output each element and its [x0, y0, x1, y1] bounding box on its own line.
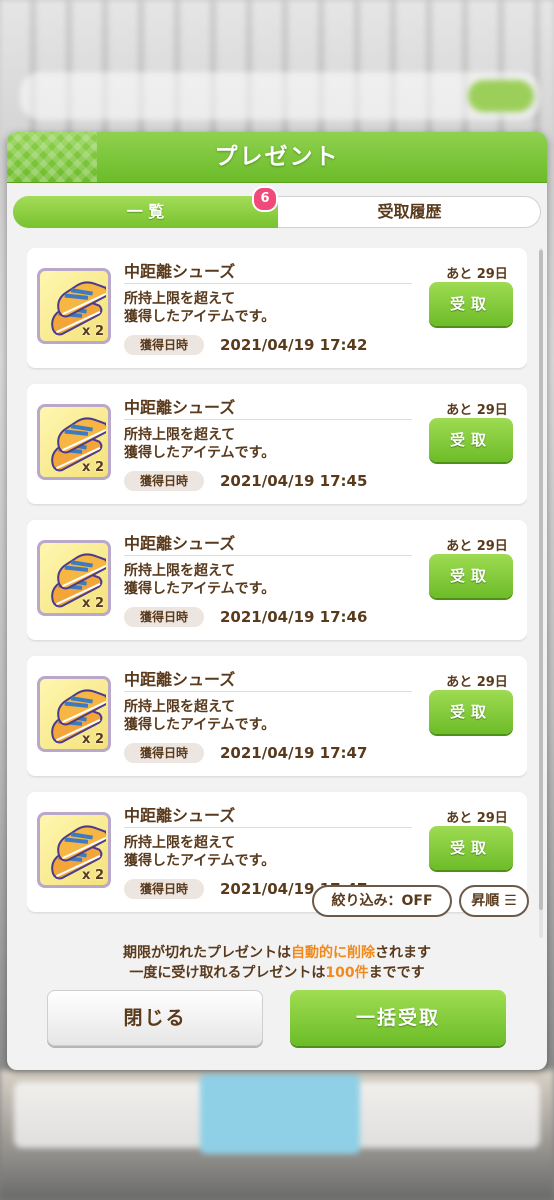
item-description-line: 所持上限を超えて	[124, 291, 236, 307]
receive-button[interactable]: 受取	[429, 554, 513, 598]
item-name: 中距離シューズ	[124, 262, 236, 281]
tab-history[interactable]: 受取履歴	[278, 196, 541, 228]
receive-button[interactable]: 受取	[429, 826, 513, 870]
item-description-line: 所持上限を超えて	[124, 427, 236, 443]
unread-count-badge: 6	[252, 186, 278, 212]
item-description: 所持上限を超えて 獲得したアイテムです。	[124, 290, 275, 326]
item-name: 中距離シューズ	[124, 398, 236, 417]
sort-button[interactable]: 昇順 ☰	[459, 885, 529, 917]
note-highlight: 100件	[325, 965, 369, 981]
present-item-card: x 2 中距離シューズ 所持上限を超えて 獲得したアイテムです。 獲得日時 20…	[27, 792, 527, 912]
note-text: 一度に受け取れるプレゼントは	[129, 965, 326, 981]
background-home-menu	[0, 1070, 554, 1200]
dialog-header: プレゼント	[7, 132, 547, 183]
date-value: 2021/04/19 17:47	[220, 744, 368, 762]
note-text: されます	[375, 945, 431, 961]
expire-remaining: あと 29日	[446, 267, 508, 282]
note-text: までです	[368, 965, 425, 981]
date-value: 2021/04/19 17:42	[220, 336, 368, 354]
present-item-card: x 2 中距離シューズ 所持上限を超えて 獲得したアイテムです。 獲得日時 20…	[27, 248, 527, 368]
item-description: 所持上限を超えて 獲得したアイテムです。	[124, 834, 275, 870]
dialog-title: プレゼント	[214, 144, 340, 170]
receive-button[interactable]: 受取	[429, 282, 513, 326]
item-description-line: 獲得したアイテムです。	[124, 853, 276, 869]
expiry-note: 期限が切れたプレゼントは自動的に削除されます	[7, 942, 547, 962]
expire-remaining: あと 29日	[446, 675, 508, 690]
divider	[124, 691, 412, 692]
receive-button[interactable]: 受取	[429, 690, 513, 734]
divider	[124, 555, 412, 556]
background-status-bar	[20, 72, 540, 120]
item-description-line: 獲得したアイテムです。	[124, 309, 276, 325]
shoes-icon[interactable]: x 2	[37, 404, 111, 480]
item-name: 中距離シューズ	[124, 670, 236, 689]
expire-remaining: あと 29日	[446, 539, 508, 554]
present-dialog: プレゼント 一 覧 受取履歴 6 x 2 中距離シューズ 所持上限を超えて 獲得…	[7, 132, 547, 1070]
limit-note: 一度に受け取れるプレゼントは100件までです	[7, 962, 547, 982]
item-name: 中距離シューズ	[124, 534, 236, 553]
scrollbar-thumb[interactable]	[539, 250, 543, 910]
date-label: 獲得日時	[124, 743, 204, 763]
shoes-icon[interactable]: x 2	[37, 268, 111, 344]
date-value: 2021/04/19 17:46	[220, 608, 368, 626]
item-description: 所持上限を超えて 獲得したアイテムです。	[124, 426, 275, 462]
present-item-card: x 2 中距離シューズ 所持上限を超えて 獲得したアイテムです。 獲得日時 20…	[27, 656, 527, 776]
note-highlight: 自動的に削除	[291, 945, 375, 961]
present-item-card: x 2 中距離シューズ 所持上限を超えて 獲得したアイテムです。 獲得日時 20…	[27, 520, 527, 640]
date-value: 2021/04/19 17:45	[220, 472, 368, 490]
present-list[interactable]: x 2 中距離シューズ 所持上限を超えて 獲得したアイテムです。 獲得日時 20…	[27, 248, 527, 938]
receive-all-button[interactable]: 一括受取	[290, 990, 506, 1046]
item-description: 所持上限を超えて 獲得したアイテムです。	[124, 562, 275, 598]
divider	[124, 283, 412, 284]
shoes-icon[interactable]: x 2	[37, 812, 111, 888]
item-quantity: x 2	[82, 596, 104, 611]
item-description-line: 所持上限を超えて	[124, 699, 236, 715]
present-item-card: x 2 中距離シューズ 所持上限を超えて 獲得したアイテムです。 獲得日時 20…	[27, 384, 527, 504]
date-label: 獲得日時	[124, 879, 204, 899]
divider	[124, 827, 412, 828]
divider	[124, 419, 412, 420]
shoes-icon[interactable]: x 2	[37, 676, 111, 752]
item-quantity: x 2	[82, 324, 104, 339]
item-description-line: 所持上限を超えて	[124, 563, 236, 579]
expire-remaining: あと 29日	[446, 811, 508, 826]
receive-button[interactable]: 受取	[429, 418, 513, 462]
item-quantity: x 2	[82, 868, 104, 883]
item-quantity: x 2	[82, 732, 104, 747]
date-label: 獲得日時	[124, 471, 204, 491]
item-name: 中距離シューズ	[124, 806, 236, 825]
expire-remaining: あと 29日	[446, 403, 508, 418]
sort-lines-icon: ☰	[504, 893, 517, 909]
item-description: 所持上限を超えて 獲得したアイテムです。	[124, 698, 275, 734]
item-quantity: x 2	[82, 460, 104, 475]
note-text: 期限が切れたプレゼントは	[123, 945, 291, 961]
close-button[interactable]: 閉じる	[47, 990, 263, 1046]
item-description-line: 獲得したアイテムです。	[124, 581, 276, 597]
date-label: 獲得日時	[124, 607, 204, 627]
item-description-line: 獲得したアイテムです。	[124, 717, 276, 733]
shoes-icon[interactable]: x 2	[37, 540, 111, 616]
tab-list[interactable]: 一 覧	[13, 196, 278, 228]
date-label: 獲得日時	[124, 335, 204, 355]
item-description-line: 獲得したアイテムです。	[124, 445, 276, 461]
sort-label: 昇順	[471, 893, 500, 909]
filter-button[interactable]: 絞り込み：OFF	[312, 885, 452, 917]
item-description-line: 所持上限を超えて	[124, 835, 236, 851]
